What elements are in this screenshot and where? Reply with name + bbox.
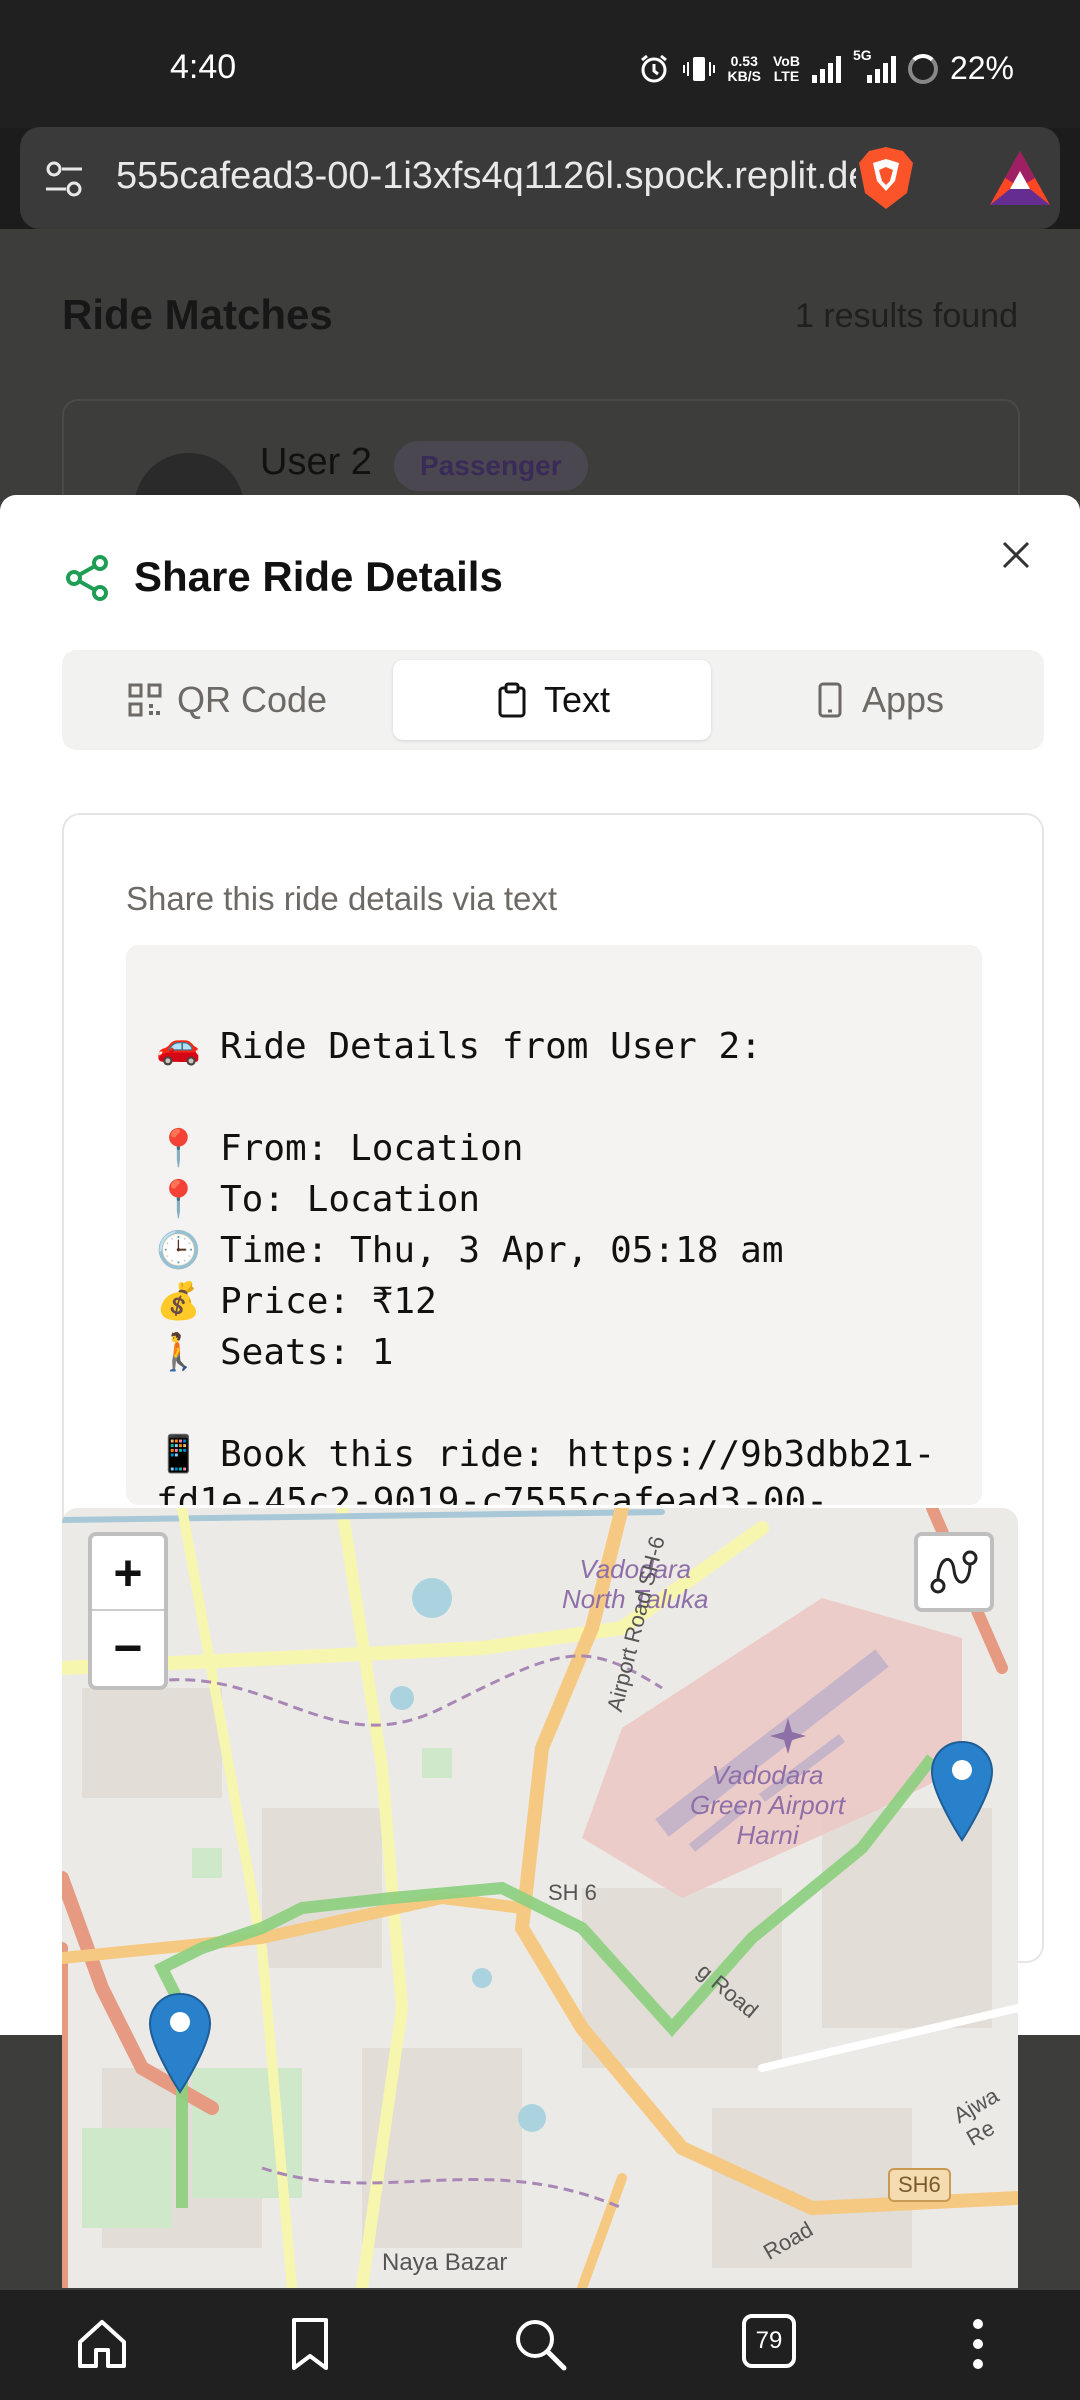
close-button[interactable] — [996, 535, 1036, 575]
clock: 4:40 — [170, 48, 237, 86]
walker-icon: 🚶 — [156, 1332, 201, 1373]
search-icon[interactable] — [510, 2314, 570, 2374]
share-text-box[interactable]: 🚗 Ride Details from User 2: 📍 From: Locati… — [126, 945, 982, 1505]
card-description: Share this ride details via text — [126, 880, 558, 917]
car-icon: 🚗 — [156, 1026, 201, 1067]
map-tiles — [62, 1508, 1018, 2288]
route-toggle-button[interactable] — [914, 1532, 994, 1612]
role-badge: Passenger — [394, 441, 588, 491]
status-bar: 4:40 0.53 KB/S VoB LTE 5G 22% — [0, 0, 1080, 128]
status-icons: 0.53 KB/S VoB LTE 5G 22% — [638, 47, 1014, 87]
text-line-time: 🕒 Time: Thu, 3 Apr, 05:18 am — [156, 1230, 784, 1271]
phone-icon: 📱 — [156, 1434, 201, 1475]
route-map[interactable]: Vadodara North Taluka Vadodara Green Airpo… — [62, 1508, 1018, 2288]
brave-rewards-icon[interactable] — [988, 149, 1052, 209]
text-line-book: 📱 Book this ride: https://9b3dbb21- — [156, 1434, 936, 1475]
bookmark-icon[interactable] — [280, 2314, 340, 2374]
clipboard-icon — [498, 682, 526, 718]
route-icon — [930, 1550, 978, 1594]
smartphone-icon — [818, 682, 842, 718]
results-count: 1 results found — [794, 297, 1018, 335]
modal-title: Share Ride Details — [134, 553, 503, 600]
text-line-from: 📍 From: Location — [156, 1128, 524, 1169]
share-icon — [66, 555, 108, 601]
tabs-button[interactable]: 79 — [742, 2314, 796, 2368]
screen: 4:40 0.53 KB/S VoB LTE 5G 22% 555cafead3-0… — [0, 0, 1080, 2400]
zoom-in-button[interactable]: + — [92, 1536, 164, 1611]
pin-icon: 📍 — [156, 1128, 201, 1169]
user-name: User 2 — [260, 441, 372, 483]
signal-5g-icon: 5G — [853, 47, 896, 83]
tab-label: Apps — [861, 679, 945, 720]
volte-indicator: VoB LTE — [772, 52, 800, 84]
map-label-airport: Vadodara Green Airport Harni — [690, 1760, 846, 1850]
tab-label: QR Code — [176, 679, 328, 720]
qr-code-icon — [128, 683, 162, 717]
home-icon[interactable] — [72, 2314, 132, 2374]
zoom-out-button[interactable]: − — [92, 1611, 164, 1686]
battery-icon — [907, 53, 938, 84]
money-bag-icon: 💰 — [156, 1281, 201, 1322]
url-bar[interactable]: 555cafead3-00-1i3xfs4q1126l.spock.replit… — [20, 127, 1060, 229]
sh6-shield: SH6 — [888, 2168, 951, 2202]
tab-text[interactable]: Text — [393, 660, 711, 740]
vibrate-icon — [682, 56, 715, 81]
origin-pin-icon[interactable] — [148, 1992, 212, 2096]
site-settings-icon[interactable] — [42, 157, 86, 201]
network-speed: 0.53 KB/S — [727, 52, 761, 84]
share-tabs: QR Code Text Apps — [62, 650, 1044, 750]
url-text[interactable]: 555cafead3-00-1i3xfs4q1126l.spock.replit… — [116, 155, 856, 198]
text-line-seats: 🚶 Seats: 1 — [156, 1332, 394, 1373]
pin-icon: 📍 — [156, 1179, 201, 1220]
alarm-icon — [640, 54, 667, 82]
more-icon[interactable] — [948, 2314, 1008, 2374]
browser-bottom-nav: 79 — [0, 2290, 1080, 2400]
text-line-price: 💰 Price: ₹12 — [156, 1281, 437, 1322]
text-line-header: 🚗 Ride Details from User 2: — [156, 1026, 762, 1067]
zoom-control: + − — [88, 1532, 168, 1690]
tab-label: Text — [543, 679, 611, 720]
signal-icon — [811, 55, 841, 83]
clock-icon: 🕒 — [156, 1230, 201, 1271]
tab-apps[interactable]: Apps — [722, 660, 1034, 740]
road-label-sh6: SH 6 — [548, 1880, 597, 1905]
text-line-to: 📍 To: Location — [156, 1179, 481, 1220]
brave-shields-icon[interactable] — [855, 145, 917, 211]
tab-qr-code[interactable]: QR Code — [72, 660, 382, 740]
close-icon — [1002, 541, 1030, 569]
destination-pin-icon[interactable] — [930, 1740, 994, 1844]
page-title: Ride Matches — [62, 291, 333, 338]
text-line-book-cont: fd1e-45c2-9019-c7555cafead3-00- — [156, 1481, 828, 1505]
map-label-naya-bazar: Naya Bazar — [382, 2249, 508, 2276]
battery-level: 22% — [949, 50, 1014, 86]
